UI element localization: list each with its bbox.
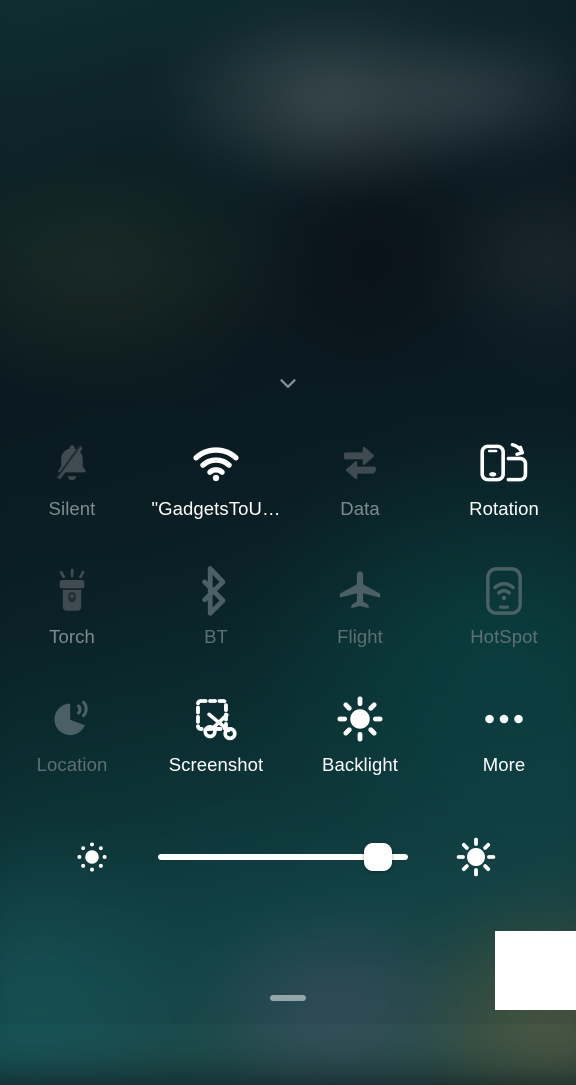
ellipsis-icon [477, 692, 531, 746]
toggle-label: Torch [49, 626, 95, 647]
toggle-backlight[interactable]: Backlight [288, 680, 432, 808]
bluetooth-icon [189, 564, 243, 618]
wifi-icon [189, 436, 243, 490]
toggle-grid: Silent "GadgetsToU… Data Rotation Torch … [0, 424, 576, 808]
toggle-label: HotSpot [470, 626, 538, 647]
sun-icon [333, 692, 387, 746]
collapse-panel-handle[interactable] [0, 360, 576, 406]
toggle-label: Location [36, 754, 108, 775]
toggle-data[interactable]: Data [288, 424, 432, 552]
toggle-label: Flight [337, 626, 383, 647]
toggle-wifi[interactable]: "GadgetsToU… [144, 424, 288, 552]
slider-thumb[interactable] [364, 843, 392, 871]
scissors-crop-icon [189, 692, 243, 746]
toggle-label: "GadgetsToU… [151, 498, 281, 519]
toggle-location[interactable]: Location [0, 680, 144, 808]
airplane-icon [333, 564, 387, 618]
toggle-label: More [482, 754, 526, 775]
white-overlay-card [495, 931, 576, 1010]
chevron-down-icon [280, 379, 296, 388]
location-waves-icon [45, 692, 99, 746]
data-transfer-icon [333, 436, 387, 490]
toggle-label: Data [340, 498, 380, 519]
toggle-label: Screenshot [168, 754, 264, 775]
brightness-slider[interactable] [158, 842, 408, 872]
toggle-torch[interactable]: Torch [0, 552, 144, 680]
toggle-silent[interactable]: Silent [0, 424, 144, 552]
toggle-screenshot[interactable]: Screenshot [144, 680, 288, 808]
toggle-more[interactable]: More [432, 680, 576, 808]
flashlight-icon [45, 564, 99, 618]
toggle-label: BT [204, 626, 228, 647]
hotspot-icon [477, 564, 531, 618]
toggle-flight[interactable]: Flight [288, 552, 432, 680]
brightness-row [0, 826, 576, 888]
toggle-label: Silent [48, 498, 96, 519]
toggle-rotation[interactable]: Rotation [432, 424, 576, 552]
bell-slash-icon [45, 436, 99, 490]
sun-large-icon[interactable] [456, 837, 496, 877]
toggle-bluetooth[interactable]: BT [144, 552, 288, 680]
screen-rotation-icon [477, 436, 531, 490]
sun-small-icon[interactable] [74, 839, 110, 875]
quick-settings-panel: Silent "GadgetsToU… Data Rotation Torch … [0, 0, 576, 1024]
toggle-hotspot[interactable]: HotSpot [432, 552, 576, 680]
toggle-label: Backlight [322, 754, 398, 775]
toggle-label: Rotation [469, 498, 539, 519]
home-indicator-pill[interactable] [270, 995, 306, 1001]
